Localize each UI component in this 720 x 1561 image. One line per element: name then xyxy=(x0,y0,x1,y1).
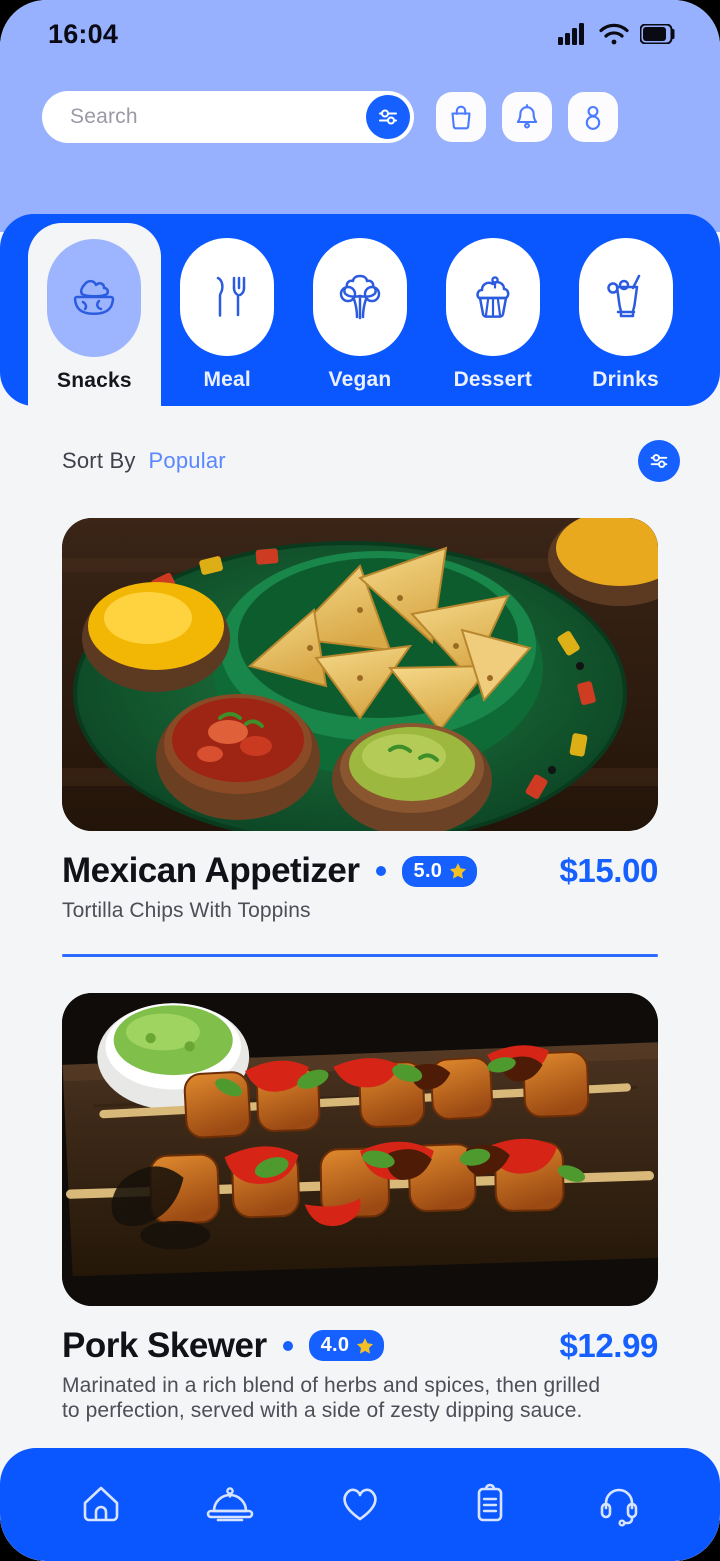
category-tab-snacks[interactable]: Snacks xyxy=(28,223,161,407)
nav-home[interactable] xyxy=(62,1470,140,1536)
status-clock: 16:04 xyxy=(48,18,119,49)
category-label: Vegan xyxy=(328,368,392,391)
profile-button[interactable] xyxy=(568,92,618,142)
heart-icon xyxy=(343,1488,377,1521)
pork-skewer-illustration xyxy=(62,992,658,1306)
snack-bowl-icon xyxy=(74,279,115,316)
battery-icon xyxy=(640,24,675,44)
sort-row: Sort By Popular xyxy=(0,406,720,482)
nav-favorites[interactable] xyxy=(321,1470,399,1536)
category-tab-dessert[interactable]: Dessert xyxy=(426,238,559,406)
category-label: Drinks xyxy=(592,368,659,391)
category-list: Snacks Meal Vegan Dessert Drinks xyxy=(0,214,720,407)
category-icon-wrap xyxy=(180,238,275,356)
star-icon xyxy=(450,863,467,879)
status-bar: 16:04 xyxy=(0,0,720,52)
category-icon-wrap xyxy=(47,239,142,357)
star-icon xyxy=(357,1337,374,1354)
category-label: Meal xyxy=(203,368,251,391)
broccoli-icon xyxy=(339,274,381,320)
notifications-button[interactable] xyxy=(502,92,552,142)
category-icon-wrap xyxy=(445,238,540,356)
app-screen: 16:04 Search Snacks Meal Vegan Dessert D… xyxy=(0,0,720,1561)
wifi-icon xyxy=(599,23,629,45)
nav-orders[interactable] xyxy=(451,1470,529,1536)
list-filter-button[interactable] xyxy=(638,440,680,482)
food-description: Marinated in a rich blend of herbs and s… xyxy=(62,1373,601,1422)
cutlery-icon xyxy=(216,276,246,317)
mexican-appetizer-illustration xyxy=(62,518,658,831)
rating-badge: 4.0 xyxy=(308,1330,385,1362)
headset-icon xyxy=(600,1488,638,1527)
bell-icon xyxy=(516,104,538,129)
header-actions xyxy=(436,92,618,142)
rating-badge: 5.0 xyxy=(401,855,478,887)
food-image-mexican-appetizer[interactable] xyxy=(62,518,658,831)
content-area: Sort By Popular Mexican Appetizer 5.0 $1… xyxy=(0,406,720,1561)
home-icon xyxy=(83,1486,119,1522)
separator-dot xyxy=(282,1340,293,1351)
cupcake-icon xyxy=(476,276,510,318)
category-label: Dessert xyxy=(453,368,533,391)
food-price: $15.00 xyxy=(559,852,658,889)
search-row: Search xyxy=(0,91,720,143)
food-title-row: Pork Skewer 4.0 $12.99 xyxy=(62,1326,658,1366)
separator-dot xyxy=(375,866,386,876)
rating-value: 4.0 xyxy=(320,1334,350,1357)
food-title-row: Mexican Appetizer 5.0 $15.00 xyxy=(62,851,658,891)
food-image-pork-skewer[interactable] xyxy=(62,992,658,1306)
category-tab-meal[interactable]: Meal xyxy=(161,238,294,406)
search-filter-button[interactable] xyxy=(366,95,410,139)
food-title: Pork Skewer xyxy=(62,1325,267,1365)
sort-value[interactable]: Popular xyxy=(149,448,226,474)
category-label: Snacks xyxy=(57,369,132,392)
food-item-card[interactable]: Mexican Appetizer 5.0 $15.00 Tortilla Ch… xyxy=(0,518,720,924)
shopping-bag-button[interactable] xyxy=(436,92,486,142)
search-placeholder: Search xyxy=(70,105,138,128)
sliders-icon xyxy=(378,109,398,125)
food-price: $12.99 xyxy=(559,1326,658,1364)
user-icon xyxy=(585,105,601,130)
drink-glass-icon xyxy=(606,274,640,318)
rating-value: 5.0 xyxy=(413,859,443,882)
category-icon-wrap xyxy=(578,238,673,356)
category-tab-vegan[interactable]: Vegan xyxy=(294,238,427,406)
food-dome-icon xyxy=(207,1487,254,1522)
category-tab-drinks[interactable]: Drinks xyxy=(559,238,692,406)
category-band: Snacks Meal Vegan Dessert Drinks xyxy=(0,214,720,407)
header: 16:04 Search xyxy=(0,0,720,232)
food-title: Mexican Appetizer xyxy=(62,851,360,890)
bottom-navigation xyxy=(0,1448,720,1561)
category-icon-wrap xyxy=(312,238,407,356)
status-indicators xyxy=(558,23,676,45)
search-input[interactable]: Search xyxy=(42,91,414,143)
food-description: Tortilla Chips With Toppins xyxy=(62,899,311,922)
shopping-bag-icon xyxy=(451,105,471,130)
sort-control[interactable]: Sort By Popular xyxy=(62,448,226,474)
signal-icon xyxy=(558,23,584,45)
sliders-icon xyxy=(650,454,668,468)
nav-menu[interactable] xyxy=(191,1470,269,1536)
sort-label: Sort By xyxy=(62,448,136,473)
food-item-card[interactable]: Pork Skewer 4.0 $12.99 Marinated in a ri… xyxy=(0,992,720,1424)
clipboard-icon xyxy=(477,1483,502,1522)
nav-support[interactable] xyxy=(580,1470,658,1536)
